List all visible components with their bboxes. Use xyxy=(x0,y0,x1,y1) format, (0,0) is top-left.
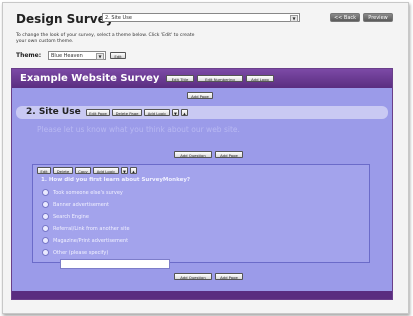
edit-theme-button[interactable]: Edit xyxy=(110,52,126,59)
page-heading: 2. Site Use xyxy=(26,107,81,117)
other-specify-input[interactable] xyxy=(60,259,170,269)
question-block: Edit Delete Copy Add Logic ▼ ▲ 1. How di… xyxy=(32,164,370,263)
chevron-down-icon: ▼ xyxy=(290,15,298,22)
theme-row: Theme: Blue Heaven ▼ Edit xyxy=(16,51,216,61)
edit-numbering-button[interactable]: Edit Numbering xyxy=(197,75,243,82)
move-up-icon[interactable]: ▲ xyxy=(181,109,188,116)
add-logic-page-button[interactable]: Add Logic xyxy=(144,109,170,116)
add-page-button-bottom[interactable]: Add Page xyxy=(215,273,243,280)
question-text: 1. How did you first learn about SurveyM… xyxy=(41,177,191,183)
edit-page-button[interactable]: Edit Page xyxy=(86,109,110,116)
option-label: Took someone else's survey xyxy=(53,190,123,196)
radio-button[interactable] xyxy=(42,249,49,256)
move-up-icon[interactable]: ▲ xyxy=(130,167,137,174)
survey-header: Example Website Survey Edit Title Edit N… xyxy=(12,69,392,88)
option-label: Referral/Link from another site xyxy=(53,226,130,232)
radio-button[interactable] xyxy=(42,189,49,196)
edit-question-button[interactable]: Edit xyxy=(37,167,51,174)
add-page-button-top[interactable]: Add Page xyxy=(187,92,213,99)
edit-title-button[interactable]: Edit Title xyxy=(166,75,194,82)
page-header: 2. Site Use Edit Page Delete Page Add Lo… xyxy=(16,106,388,119)
add-question-button-top[interactable]: Add Question xyxy=(174,151,212,158)
radio-button[interactable] xyxy=(42,237,49,244)
option-label: Magazine/Print advertisement xyxy=(53,238,129,244)
answer-option[interactable]: Search Engine xyxy=(42,213,89,221)
page-select-value: 2. Site Use xyxy=(105,15,132,21)
theme-instructions: To change the look of your survey, selec… xyxy=(16,33,195,44)
delete-question-button[interactable]: Delete xyxy=(53,167,73,174)
delete-page-button[interactable]: Delete Page xyxy=(112,109,142,116)
move-down-icon[interactable]: ▼ xyxy=(121,167,128,174)
radio-button[interactable] xyxy=(42,225,49,232)
theme-select-value: Blue Heaven xyxy=(51,53,83,59)
survey-title: Example Website Survey xyxy=(20,73,160,84)
answer-option[interactable]: Other (please specify) xyxy=(42,249,108,257)
preview-button[interactable]: Preview xyxy=(363,13,393,22)
back-button[interactable]: << Back xyxy=(330,13,360,22)
chevron-down-icon: ▼ xyxy=(96,53,104,60)
add-page-button-mid[interactable]: Add Page xyxy=(215,151,243,158)
page-description: Please let us know what you think about … xyxy=(37,125,240,134)
option-label: Other (please specify) xyxy=(53,250,109,256)
survey-preview: Example Website Survey Edit Title Edit N… xyxy=(11,68,393,300)
radio-button[interactable] xyxy=(42,213,49,220)
survey-footer-bar xyxy=(12,291,392,299)
theme-select[interactable]: Blue Heaven ▼ xyxy=(48,51,106,60)
add-logic-question-button[interactable]: Add Logic xyxy=(93,167,119,174)
survey-page-select[interactable]: 2. Site Use ▼ xyxy=(102,13,300,22)
answer-option[interactable]: Took someone else's survey xyxy=(42,189,123,197)
option-label: Banner advertisement xyxy=(53,202,109,208)
answer-option[interactable]: Magazine/Print advertisement xyxy=(42,237,128,245)
top-bar: Design Survey 2. Site Use ▼ << Back Prev… xyxy=(16,10,393,30)
page-title: Design Survey xyxy=(16,12,114,26)
radio-button[interactable] xyxy=(42,201,49,208)
answer-option[interactable]: Referral/Link from another site xyxy=(42,225,130,233)
theme-label: Theme: xyxy=(16,52,42,59)
add-logo-button[interactable]: Add Logo xyxy=(246,75,274,82)
move-down-icon[interactable]: ▼ xyxy=(172,109,179,116)
copy-question-button[interactable]: Copy xyxy=(75,167,91,174)
answer-option[interactable]: Banner advertisement xyxy=(42,201,109,209)
option-label: Search Engine xyxy=(53,214,89,220)
add-question-button-bottom[interactable]: Add Question xyxy=(174,273,212,280)
